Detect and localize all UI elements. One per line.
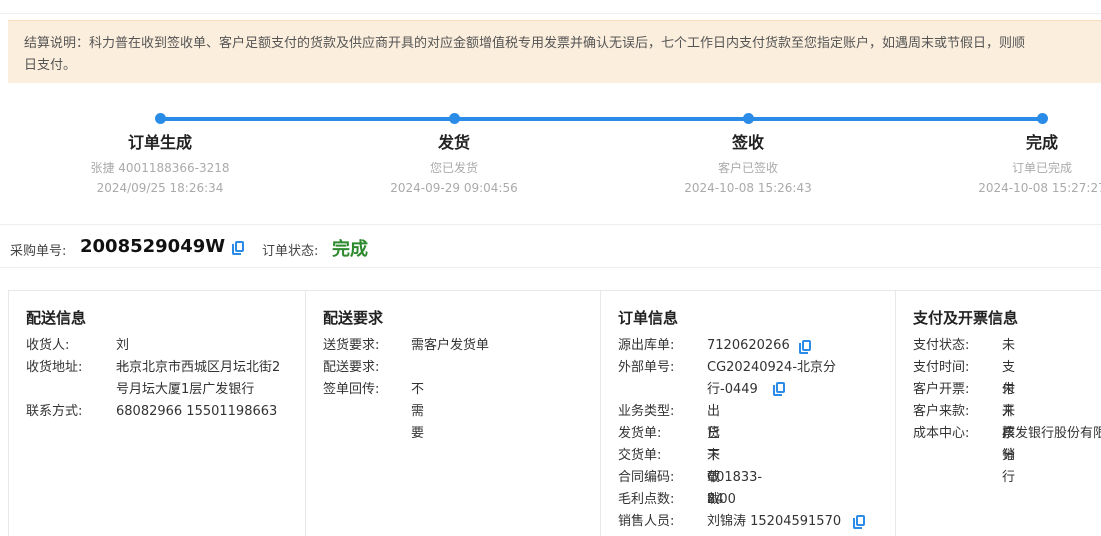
margin-value: 8.00: [707, 492, 736, 507]
order-summary-bar: 采购单号: 2008529049W 订单状态: 完成: [0, 224, 1101, 268]
address-value-line1: 北京北京市西城区月坛北街2: [116, 360, 281, 375]
pay-time-label: 支付时间:: [913, 360, 970, 375]
outbound-value: 7120620266: [707, 338, 790, 353]
step-title: 完成: [1025, 133, 1058, 152]
progress-dot: [1037, 113, 1048, 124]
external-no-line2: 行-0449: [707, 382, 758, 397]
progress-line: [160, 117, 1043, 121]
order-number: 2008529049W: [80, 236, 226, 257]
copy-icon[interactable]: [232, 241, 244, 255]
step-title: 发货: [437, 133, 470, 152]
cost-center-line1: 广发银行股份有限: [1002, 426, 1101, 441]
receipt-label: 客户来款:: [913, 404, 970, 419]
top-bar: [0, 0, 1101, 14]
payment-invoice-panel: 支付及开票信息 支付状态: 未支付 支付时间: 客户开票: 未开票 客户来款: …: [896, 291, 1101, 536]
step-sub: 张捷 4001188366-3218: [90, 161, 230, 175]
ship-doc-label: 发货单:: [618, 426, 662, 441]
step-time: 2024-10-08 15:26:43: [684, 181, 812, 195]
order-no-label: 采购单号:: [10, 244, 67, 259]
invoice-label: 客户开票:: [913, 382, 970, 397]
panel-title: 配送要求: [323, 309, 384, 327]
send-req-value: 需客户发货单: [411, 338, 490, 353]
progress-dot: [449, 113, 460, 124]
notice-text-line2: 日支付。: [24, 58, 77, 73]
cost-center-line2: 分行: [1002, 448, 1016, 485]
step-sub: 客户已签收: [717, 161, 778, 175]
notice-text-line1: 结算说明：科力普在收到签收单、客户足额支付的货款及供应商开具的对应金额增值税专用…: [24, 36, 1026, 51]
address-label: 收货地址:: [26, 360, 83, 375]
contract-label: 合同编码:: [618, 470, 675, 485]
delivery-info-panel: 配送信息 收货人: 刘一 收货地址: 北京北京市西城区月坛北街2 号月坛大厦1层…: [9, 291, 306, 536]
step-order-created: 订单生成 张捷 4001188366-3218 2024/09/25 18:26…: [60, 132, 260, 198]
step-completed: 完成 订单已完成 2024-10-08 15:27:27: [942, 132, 1101, 198]
step-sub: 订单已完成: [1011, 161, 1072, 175]
step-time: 2024-09-29 09:04:56: [390, 181, 518, 195]
dist-req-label: 配送要求:: [323, 360, 380, 375]
step-shipped: 发货 您已发货 2024-09-29 09:04:56: [354, 132, 554, 198]
sales-label: 销售人员:: [618, 514, 675, 529]
step-time: 2024-10-08 15:27:27: [978, 181, 1101, 195]
order-info-panel: 订单信息 源出库单: 7120620266 外部单号: CG20240924-北…: [601, 291, 896, 536]
panel-title: 配送信息: [26, 309, 87, 327]
sign-return-value: 不需要: [411, 382, 425, 441]
pay-status-label: 支付状态:: [913, 338, 970, 353]
address-value-line2: 号月坛大厦1层广发银行: [116, 382, 255, 397]
cost-center-label: 成本中心:: [913, 426, 970, 441]
order-status-label: 订单状态:: [262, 244, 319, 259]
settlement-notice: 结算说明：科力普在收到签收单、客户足额支付的货款及供应商开具的对应金额增值税专用…: [8, 20, 1101, 83]
contact-value: 68082966 15501198663: [116, 404, 278, 419]
copy-icon[interactable]: [853, 515, 865, 529]
order-status: 完成: [332, 239, 368, 260]
biz-type-label: 业务类型:: [618, 404, 675, 419]
order-progress: 订单生成 张捷 4001188366-3218 2024/09/25 18:26…: [0, 108, 1101, 208]
receiver-label: 收货人:: [26, 338, 70, 353]
contact-label: 联系方式:: [26, 404, 83, 419]
deliver-doc-label: 交货单:: [618, 448, 662, 463]
margin-label: 毛利点数:: [618, 492, 675, 507]
send-req-label: 送货要求:: [323, 338, 380, 353]
step-sub: 您已发货: [429, 161, 478, 175]
external-no-label: 外部单号:: [618, 360, 675, 375]
outbound-label: 源出库单:: [618, 338, 675, 353]
delivery-requirements-panel: 配送要求 送货要求: 需客户发货单 配送要求: 签单回传: 不需要: [306, 291, 601, 536]
sign-return-label: 签单回传:: [323, 382, 380, 397]
info-panels: 配送信息 收货人: 刘一 收货地址: 北京北京市西城区月坛北街2 号月坛大厦1层…: [8, 290, 1101, 536]
external-no-line1: CG20240924-北京分: [707, 360, 837, 375]
copy-icon[interactable]: [799, 340, 811, 354]
step-signed: 签收 客户已签收 2024-10-08 15:26:43: [648, 132, 848, 198]
copy-icon[interactable]: [773, 382, 785, 396]
panel-title: 订单信息: [618, 309, 679, 327]
step-title: 签收: [731, 133, 764, 152]
step-title: 订单生成: [127, 133, 192, 152]
panel-title: 支付及开票信息: [913, 309, 1019, 327]
progress-dot: [743, 113, 754, 124]
sales-value: 刘锦涛 15204591570: [707, 514, 842, 529]
progress-dot: [155, 113, 166, 124]
step-time: 2024/09/25 18:26:34: [96, 181, 224, 195]
